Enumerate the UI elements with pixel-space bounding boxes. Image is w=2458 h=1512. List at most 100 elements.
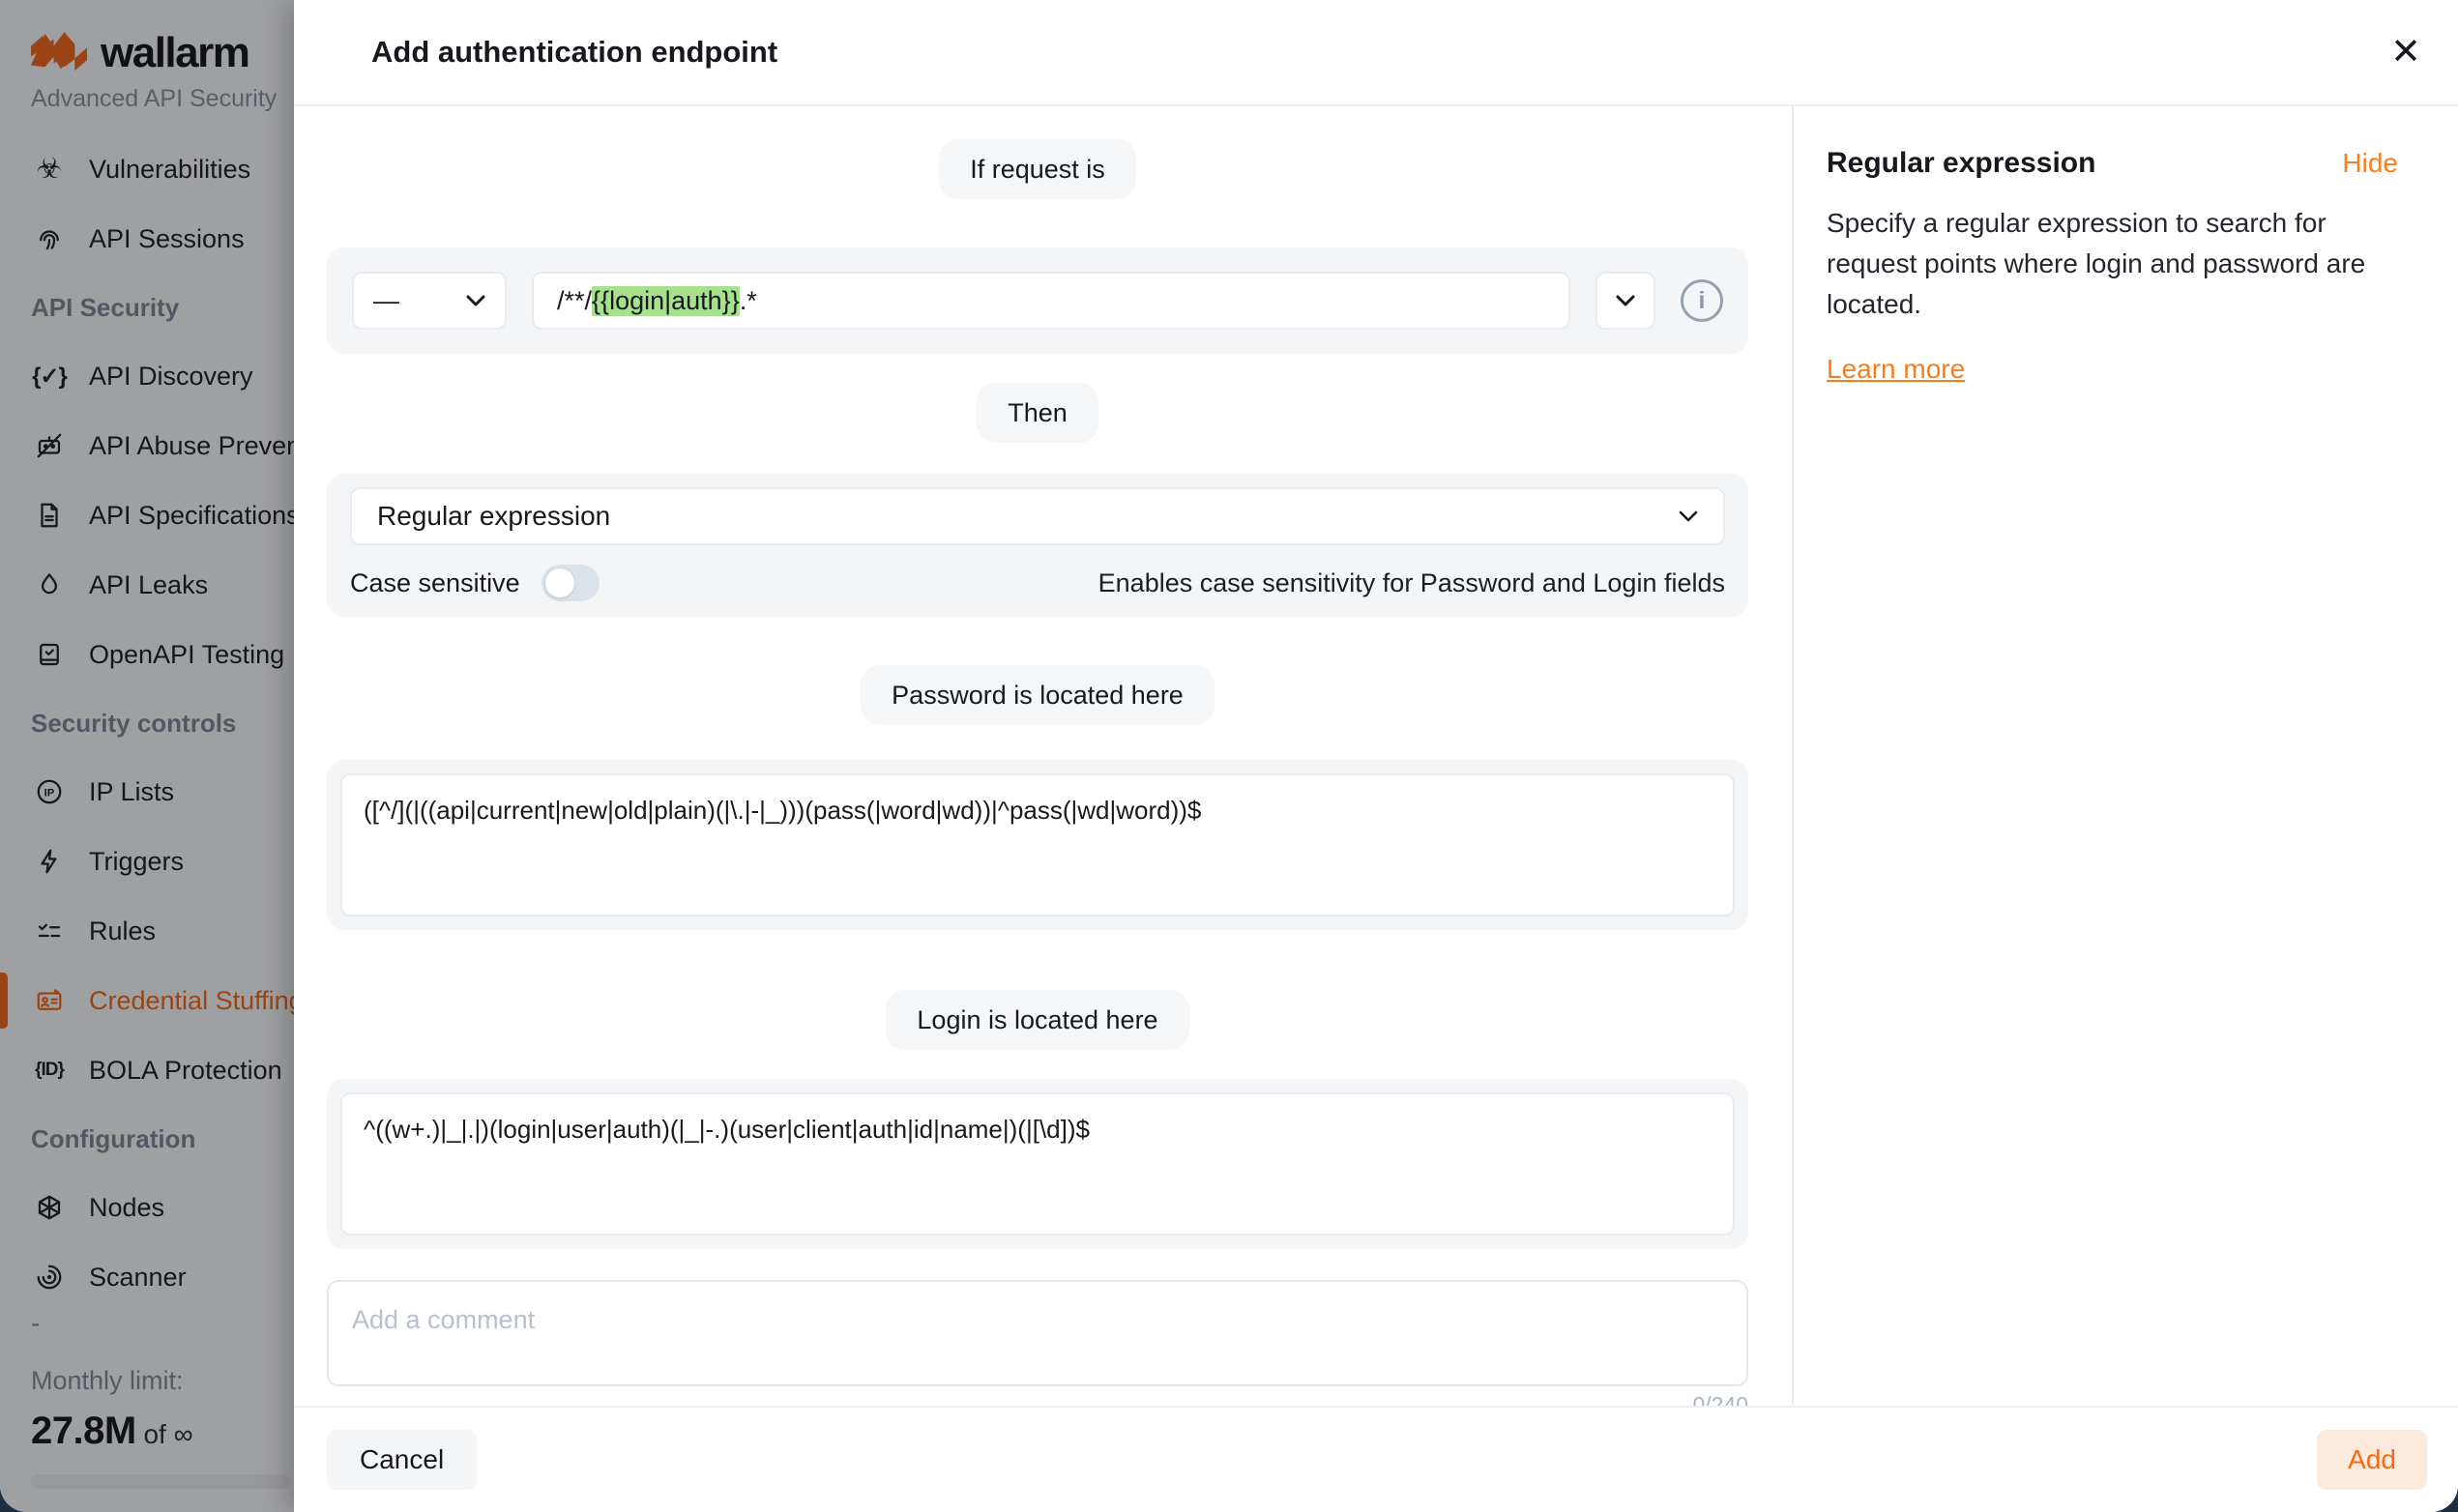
learn-more-link[interactable]: Learn more xyxy=(1827,354,1965,385)
sidebar-section-configuration: Configuration xyxy=(0,1105,294,1173)
sidebar-item-rules[interactable]: Rules xyxy=(0,896,294,966)
info-icon[interactable]: i xyxy=(1681,279,1723,322)
sidebar-section-security-controls: Security controls xyxy=(0,689,294,757)
braces-check-icon: {✓} xyxy=(31,363,68,391)
sidebar-item-label: Rules xyxy=(89,916,156,946)
document-icon xyxy=(31,501,68,530)
sidebar-item-bola-protection[interactable]: {ID} BOLA Protection xyxy=(0,1035,294,1105)
logo-block[interactable]: wallarm Advanced API Security xyxy=(0,0,294,113)
case-sensitive-hint: Enables case sensitivity for Password an… xyxy=(1098,568,1725,598)
usage-value: 27.8M xyxy=(31,1410,136,1452)
sidebar-dash: - xyxy=(31,1308,288,1339)
sidebar-item-label: API Discovery xyxy=(89,362,253,392)
sidebar-nav: ☣ Vulnerabilities API Sessions API Secur… xyxy=(0,134,294,1312)
add-auth-endpoint-modal: Add authentication endpoint ✕ If request… xyxy=(294,0,2458,1512)
comment-input[interactable] xyxy=(327,1280,1748,1386)
value-prefix: /**/ xyxy=(557,286,592,316)
cancel-button[interactable]: Cancel xyxy=(327,1430,477,1490)
sidebar-item-label: Triggers xyxy=(89,847,184,877)
sidebar-item-credential-stuffing[interactable]: Credential Stuffing xyxy=(0,966,294,1035)
sidebar-item-label: Credential Stuffing xyxy=(89,986,294,1016)
sidebar-item-label: API Sessions xyxy=(89,224,245,254)
sidebar-item-api-leaks[interactable]: API Leaks xyxy=(0,550,294,620)
scanner-icon xyxy=(31,1263,68,1292)
biohazard-icon: ☣ xyxy=(31,155,68,184)
braces-id-icon: {ID} xyxy=(31,1060,68,1081)
value-suffix: .* xyxy=(740,286,757,316)
sidebar-item-triggers[interactable]: Triggers xyxy=(0,827,294,896)
sidebar-item-vulnerabilities[interactable]: ☣ Vulnerabilities xyxy=(0,134,294,204)
value-highlight: {{login|auth}} xyxy=(592,286,740,316)
sidebar-item-api-sessions[interactable]: API Sessions xyxy=(0,204,294,274)
sidebar-item-label: OpenAPI Testing xyxy=(89,640,284,670)
sidebar-item-label: API Abuse Prevention xyxy=(89,431,294,461)
chevron-down-icon xyxy=(1616,295,1635,306)
sidebar-section-api-security: API Security xyxy=(0,274,294,341)
sidebar-item-label: BOLA Protection xyxy=(89,1056,282,1086)
case-sensitive-toggle[interactable] xyxy=(541,565,600,601)
help-panel-title: Regular expression xyxy=(1827,147,2095,180)
password-regex-container: ([^/](|((api|current|new|old|plain)(|\.|… xyxy=(327,760,1748,930)
sidebar-item-label: Vulnerabilities xyxy=(89,155,250,185)
help-panel-body: Specify a regular expression to search f… xyxy=(1827,203,2374,325)
checklist-icon xyxy=(31,916,68,945)
login-regex-input[interactable]: ^((w+.)|_|.|)(login|user|auth)(|_|-.)(us… xyxy=(340,1092,1735,1236)
action-box: Regular expression Case sensitive Enable… xyxy=(327,474,1748,617)
operator-value: — xyxy=(373,286,399,316)
if-request-is-pill: If request is xyxy=(939,139,1136,199)
toggle-knob xyxy=(545,568,574,597)
close-icon[interactable]: ✕ xyxy=(2390,34,2421,71)
monthly-limit-label: Monthly limit: xyxy=(31,1366,288,1396)
case-sensitive-row: Case sensitive Enables case sensitivity … xyxy=(350,565,1725,601)
svg-text:IP: IP xyxy=(44,787,55,799)
modal-content: If request is — /**/{{login|auth}}.* i xyxy=(294,106,1792,1406)
comment-char-counter: 0/240 xyxy=(327,1392,1748,1406)
chevron-down-icon xyxy=(466,295,485,306)
login-regex-container: ^((w+.)|_|.|)(login|user|auth)(|_|-.)(us… xyxy=(327,1079,1748,1249)
robot-slash-icon xyxy=(31,431,68,460)
usage-suffix: of ∞ xyxy=(143,1419,192,1449)
droplet-icon xyxy=(31,570,68,599)
action-type-select[interactable]: Regular expression xyxy=(350,487,1725,545)
password-located-pill: Password is located here xyxy=(861,665,1214,725)
fingerprint-icon xyxy=(31,224,68,253)
sidebar-item-ip-lists[interactable]: IP IP Lists xyxy=(0,757,294,827)
hexagon-nodes-icon xyxy=(31,1193,68,1222)
sidebar-item-label: API Leaks xyxy=(89,570,208,600)
sidebar-item-nodes[interactable]: Nodes xyxy=(0,1173,294,1242)
sidebar-item-label: Scanner xyxy=(89,1263,187,1293)
sidebar-item-label: IP Lists xyxy=(89,777,174,807)
modal-title: Add authentication endpoint xyxy=(371,35,777,70)
login-located-pill: Login is located here xyxy=(886,990,1188,1050)
app-window: wallarm Advanced API Security ☣ Vulnerab… xyxy=(0,0,2458,1512)
book-check-icon xyxy=(31,640,68,669)
sidebar-item-openapi-testing[interactable]: OpenAPI Testing xyxy=(0,620,294,689)
help-panel: Regular expression Hide Specify a regula… xyxy=(1792,106,2458,1406)
sidebar-item-api-specifications[interactable]: API Specifications xyxy=(0,480,294,550)
logo-text: wallarm xyxy=(101,29,249,77)
lightning-icon xyxy=(31,847,68,876)
id-card-icon xyxy=(31,986,68,1015)
case-sensitive-label: Case sensitive xyxy=(350,568,520,598)
expand-condition-button[interactable] xyxy=(1595,272,1655,330)
chevron-down-icon xyxy=(1679,510,1698,522)
condition-row: — /**/{{login|auth}}.* i xyxy=(327,247,1748,354)
wallarm-logo-icon xyxy=(31,32,87,75)
usage-progress-bar xyxy=(31,1474,290,1489)
sidebar: wallarm Advanced API Security ☣ Vulnerab… xyxy=(0,0,294,1512)
endpoint-value-input[interactable]: /**/{{login|auth}}.* xyxy=(532,272,1570,330)
sidebar-item-api-discovery[interactable]: {✓} API Discovery xyxy=(0,341,294,411)
hide-link[interactable]: Hide xyxy=(2342,148,2398,179)
modal-header: Add authentication endpoint ✕ xyxy=(294,0,2458,106)
add-button[interactable]: Add xyxy=(2317,1430,2427,1490)
operator-select[interactable]: — xyxy=(352,272,507,330)
sidebar-bottom: - Monthly limit: 27.8M of ∞ xyxy=(31,1308,288,1489)
monthly-usage: 27.8M of ∞ xyxy=(31,1410,288,1453)
password-regex-input[interactable]: ([^/](|((api|current|new|old|plain)(|\.|… xyxy=(340,773,1735,916)
sidebar-item-scanner[interactable]: Scanner xyxy=(0,1242,294,1312)
sidebar-item-label: API Specifications xyxy=(89,501,294,531)
sidebar-item-api-abuse-prevention[interactable]: API Abuse Prevention xyxy=(0,411,294,480)
ip-circle-icon: IP xyxy=(31,777,68,806)
modal-footer: Cancel Add xyxy=(294,1406,2458,1512)
action-selected-option: Regular expression xyxy=(377,501,610,532)
